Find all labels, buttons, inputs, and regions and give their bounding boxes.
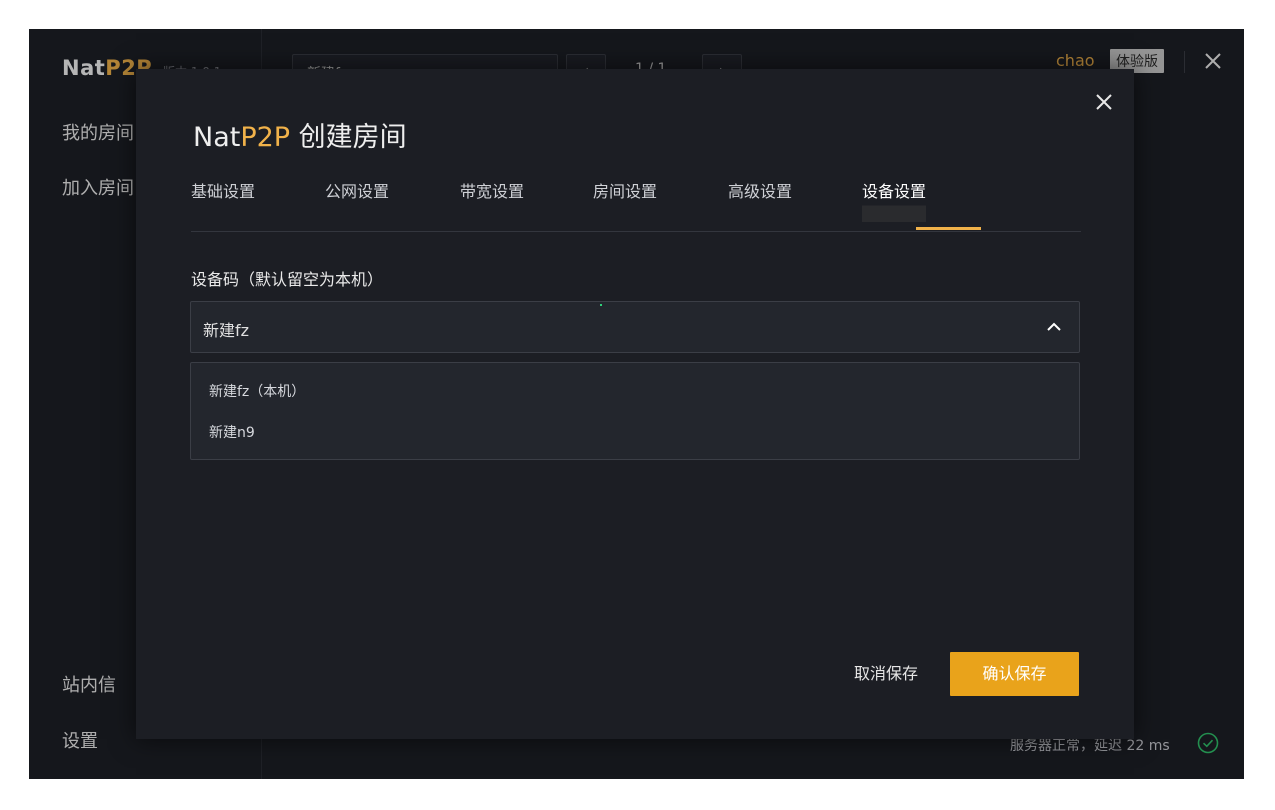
- device-code-select[interactable]: 新建fz: [190, 301, 1080, 353]
- dialog-title: NatP2P 创建房间: [193, 122, 407, 153]
- dialog-close-button[interactable]: [1093, 91, 1115, 113]
- device-code-label: 设备码（默认留空为本机）: [191, 270, 384, 289]
- tab-public-network[interactable]: 公网设置: [325, 178, 389, 222]
- settings-tabs: 基础设置 公网设置 带宽设置 房间设置 高级设置 设备设置: [191, 178, 1081, 232]
- tab-basic[interactable]: 基础设置: [191, 178, 255, 222]
- tab-device[interactable]: 设备设置: [862, 178, 927, 222]
- device-code-value: 新建fz: [203, 321, 250, 340]
- confirm-save-button[interactable]: 确认保存: [950, 652, 1079, 696]
- device-code-dropdown: 新建fz（本机） 新建n9: [190, 362, 1080, 460]
- chevron-up-icon: [1045, 318, 1063, 336]
- tab-advanced[interactable]: 高级设置: [728, 178, 792, 222]
- active-tab-indicator: [916, 227, 981, 230]
- tab-room[interactable]: 房间设置: [593, 178, 657, 222]
- dropdown-option[interactable]: 新建fz（本机）: [209, 381, 305, 401]
- cancel-save-button[interactable]: 取消保存: [836, 652, 936, 696]
- cursor-dot: [600, 304, 602, 306]
- close-icon: [1096, 94, 1112, 110]
- tab-bandwidth[interactable]: 带宽设置: [460, 178, 524, 222]
- create-room-dialog: NatP2P 创建房间 基础设置 公网设置 带宽设置 房间设置 高级设置 设备设…: [136, 69, 1134, 739]
- app-window: NatP2P 版本 1.0.1 我的房间 加入房间 站内信 设置 新建fz ‹ …: [29, 29, 1244, 779]
- dropdown-option[interactable]: 新建n9: [209, 422, 255, 442]
